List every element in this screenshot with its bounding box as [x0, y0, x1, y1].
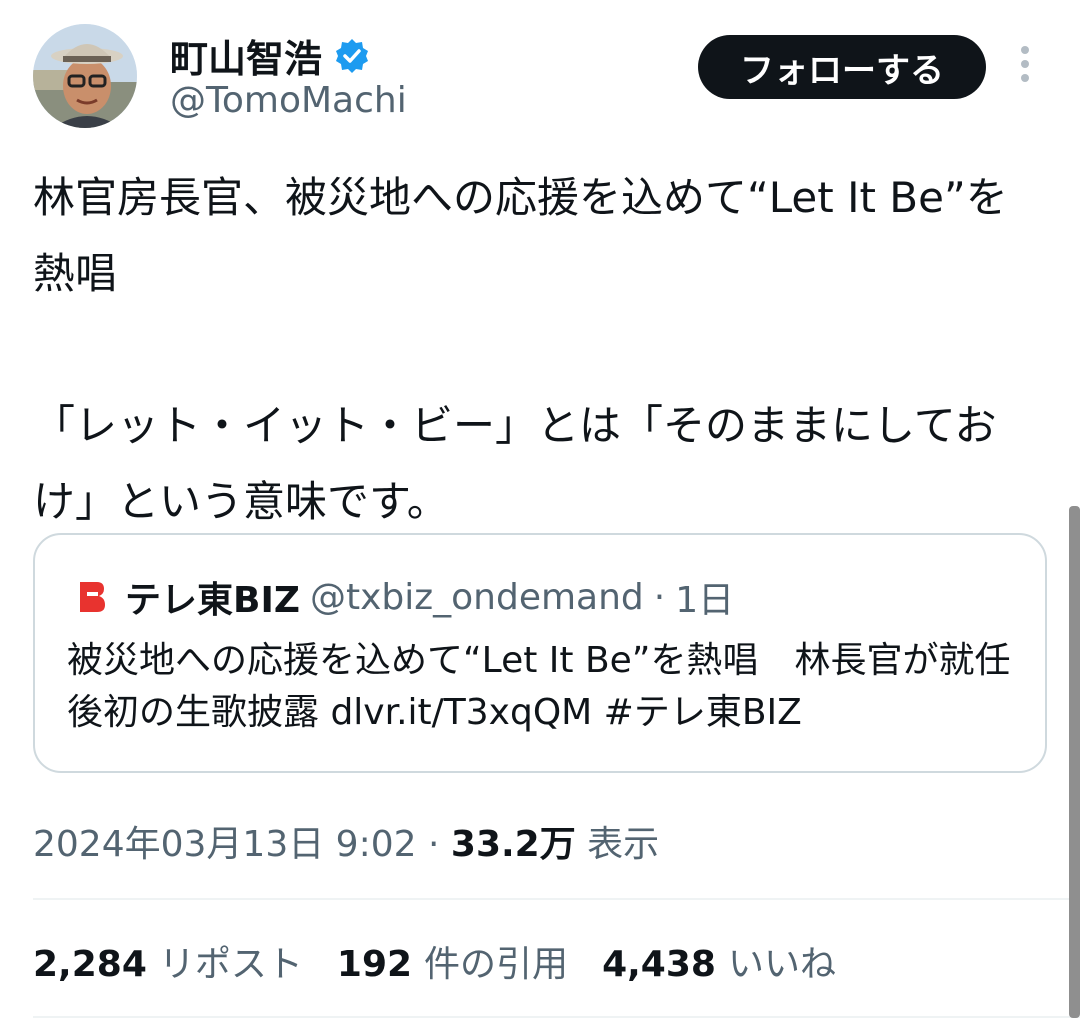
tweet-datetime[interactable]: 2024年03月13日 9:02	[33, 824, 417, 865]
verified-badge-icon	[334, 38, 370, 74]
views-label: 表示	[587, 824, 660, 865]
quote-timestamp: 1日	[675, 580, 735, 621]
tweet-text: 林官房長官、被災地への応援を込めて“Let It Be”を熱唱 「レット・イット…	[33, 173, 1008, 526]
stat-count: 2,284	[33, 944, 147, 985]
stat-label: 件の引用	[424, 944, 569, 985]
quoted-tweet[interactable]: テレ東BIZ @txbiz_ondemand · 1日 被災地への応援を込めて“…	[33, 533, 1047, 773]
engagement-stats: 2,284 リポスト 192 件の引用 4,438 いいね	[33, 935, 870, 987]
quote-separator: ·	[653, 576, 666, 618]
stat-label: いいね	[727, 944, 836, 985]
stat-quotes[interactable]: 192 件の引用	[337, 935, 568, 987]
follow-button[interactable]: フォローする	[698, 35, 986, 99]
more-options-icon[interactable]	[1016, 46, 1034, 86]
stat-label: リポスト	[158, 944, 303, 985]
author-name[interactable]: 町山智浩	[170, 28, 322, 83]
stat-count: 4,438	[602, 944, 716, 985]
tweet-meta: 2024年03月13日 9:02 · 33.2万 表示	[33, 815, 659, 867]
author-handle[interactable]: @TomoMachi	[170, 80, 407, 121]
txbiz-logo-icon	[77, 580, 107, 614]
views-count: 33.2万	[450, 824, 576, 865]
quote-author-handle: @txbiz_ondemand	[309, 576, 644, 618]
quote-author-name: テレ東BIZ	[125, 580, 300, 621]
avatar[interactable]	[33, 24, 137, 128]
stat-count: 192	[336, 944, 413, 985]
scrollbar[interactable]	[1069, 506, 1080, 1018]
stat-likes[interactable]: 4,438 いいね	[602, 935, 836, 987]
quote-text: 被災地への応援を込めて“Let It Be”を熱唱 林長官が就任後初の生歌披露 …	[67, 640, 1011, 733]
meta-separator: ·	[427, 824, 440, 865]
divider	[33, 898, 1080, 900]
stat-reposts[interactable]: 2,284 リポスト	[33, 935, 303, 987]
